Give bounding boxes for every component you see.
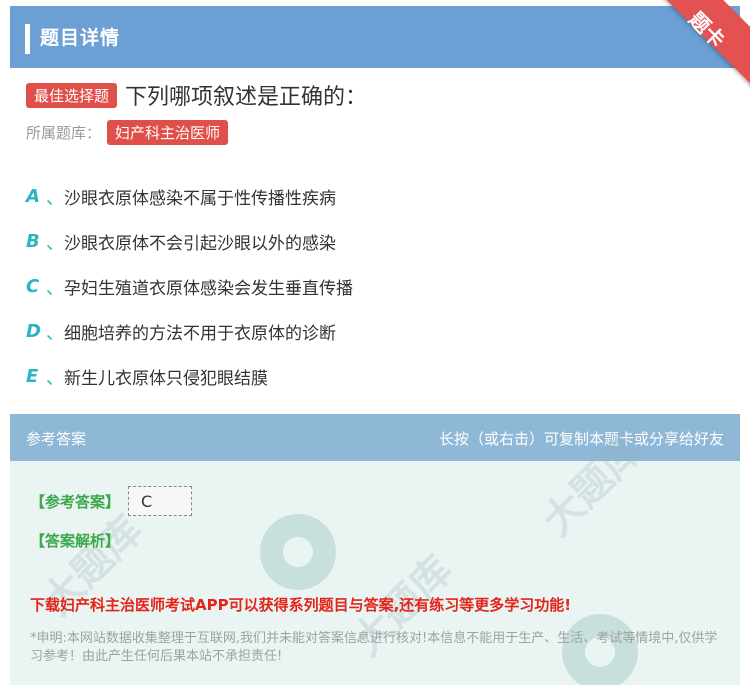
option-letter: D	[26, 321, 41, 342]
card-header: 题目详情	[10, 6, 740, 68]
option-text: 新生儿衣原体只侵犯眼结膜	[64, 369, 268, 389]
option-e[interactable]: E 、 新生儿衣原体只侵犯眼结膜	[26, 354, 353, 399]
analysis-label: 【答案解析】	[30, 532, 121, 550]
answer-label: 【参考答案】	[30, 492, 121, 511]
corner-ribbon: 题卡	[650, 0, 750, 100]
question-type-badge: 最佳选择题	[26, 82, 118, 108]
option-separator: 、	[46, 367, 64, 389]
option-text: 孕妇生殖道衣原体感染会发生垂直传播	[64, 279, 353, 299]
question-bank-label: 所属题库：	[26, 124, 102, 142]
option-separator: 、	[46, 277, 64, 299]
option-letter: A	[26, 186, 40, 207]
option-a[interactable]: A 、 沙眼衣原体感染不属于性传播性疾病	[26, 174, 353, 219]
option-text: 沙眼衣原体不会引起沙眼以外的感染	[64, 234, 336, 254]
answer-value: C	[141, 492, 153, 511]
disclaimer-text: *申明:本网站数据收集整理于互联网,我们并未能对答案信息进行核对!本信息不能用于…	[30, 631, 718, 664]
option-c[interactable]: C 、 孕妇生殖道衣原体感染会发生垂直传播	[26, 264, 353, 309]
option-d[interactable]: D 、 细胞培养的方法不用于衣原体的诊断	[26, 309, 353, 354]
question-bank-badge[interactable]: 妇产科主治医师	[107, 120, 229, 145]
answer-row: 【参考答案】 C	[30, 486, 193, 516]
option-text: 沙眼衣原体感染不属于性传播性疾病	[64, 189, 336, 209]
option-letter: C	[26, 276, 40, 297]
answer-panel-header: 参考答案 长按（或右击）可复制本题卡或分享给好友	[10, 414, 740, 461]
option-text: 细胞培养的方法不用于衣原体的诊断	[64, 324, 336, 344]
option-separator: 、	[46, 232, 64, 254]
option-letter: B	[26, 231, 40, 252]
watermark-logo-icon	[260, 514, 336, 590]
question-card: 题目详情 题卡 最佳选择题 下列哪项叙述是正确的： 所属题库： 妇产科主治医师 …	[0, 0, 750, 685]
question-text: 下列哪项叙述是正确的：	[125, 85, 368, 110]
answer-panel: 参考答案 长按（或右击）可复制本题卡或分享给好友 大题库 大题库 大题库 【参考…	[10, 414, 740, 685]
question-line: 最佳选择题 下列哪项叙述是正确的：	[26, 80, 367, 110]
option-letter: E	[26, 366, 39, 387]
question-bank-line: 所属题库： 妇产科主治医师	[26, 120, 229, 145]
option-separator: 、	[46, 187, 64, 209]
share-hint: 长按（或右击）可复制本题卡或分享给好友	[438, 430, 724, 448]
header-accent-bar	[25, 24, 30, 54]
option-list: A 、 沙眼衣原体感染不属于性传播性疾病 B 、 沙眼衣原体不会引起沙眼以外的感…	[26, 174, 353, 399]
option-separator: 、	[46, 322, 64, 344]
option-b[interactable]: B 、 沙眼衣原体不会引起沙眼以外的感染	[26, 219, 353, 264]
app-download-promo[interactable]: 下载妇产科主治医师考试APP可以获得系列题目与答案,还有练习等更多学习功能!	[30, 594, 571, 615]
answer-panel-title: 参考答案	[26, 430, 87, 448]
answer-value-box: C	[128, 486, 193, 516]
page-title: 题目详情	[40, 27, 121, 49]
